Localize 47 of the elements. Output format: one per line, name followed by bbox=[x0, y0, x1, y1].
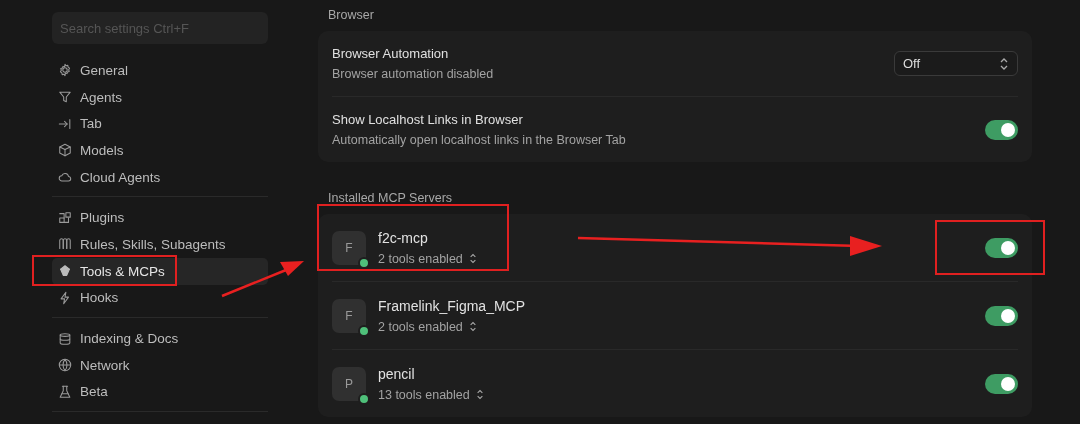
tools-count[interactable]: 2 tools enabled bbox=[378, 251, 973, 266]
lightning-icon bbox=[58, 290, 72, 305]
cube-icon bbox=[58, 143, 72, 158]
tools-count[interactable]: 2 tools enabled bbox=[378, 319, 973, 334]
tab-arrow-icon bbox=[58, 116, 72, 131]
chevron-updown-icon bbox=[475, 389, 484, 400]
blocks-icon bbox=[58, 210, 72, 225]
chevron-updown-icon bbox=[468, 321, 477, 332]
toggle-switch[interactable] bbox=[985, 373, 1018, 394]
globe-icon bbox=[58, 358, 72, 373]
dropdown[interactable]: Off bbox=[894, 51, 1018, 76]
chevron-updown-icon bbox=[468, 253, 477, 264]
setting-description: Automatically open localhost links in the Browser Tab bbox=[332, 133, 627, 147]
flask-icon bbox=[58, 384, 72, 399]
server-avatar: F bbox=[332, 298, 366, 333]
section-heading: Browser bbox=[327, 7, 375, 24]
toggle-switch[interactable] bbox=[985, 237, 1018, 258]
cloud-icon bbox=[58, 170, 72, 185]
database-icon bbox=[58, 331, 72, 346]
setting-description: Browser automation disabled bbox=[332, 67, 495, 81]
toggle-switch[interactable] bbox=[985, 305, 1018, 326]
sidebar-item[interactable]: Models bbox=[52, 137, 268, 164]
book-icon bbox=[58, 237, 72, 252]
server-name: pencil bbox=[378, 365, 416, 382]
tools-count[interactable]: 13 tools enabled bbox=[378, 387, 973, 402]
section-heading: Installed MCP Servers bbox=[327, 190, 454, 207]
server-name: f2c-mcp bbox=[378, 229, 429, 246]
sidebar-item[interactable]: Tools & MCPs bbox=[52, 257, 268, 285]
toggle-switch[interactable] bbox=[985, 119, 1018, 140]
sidebar-item[interactable]: Cloud Agents bbox=[52, 163, 268, 191]
sidebar-item[interactable]: Network bbox=[52, 351, 268, 379]
sidebar-item[interactable]: Indexing & Docs bbox=[52, 325, 268, 352]
chevron-updown-icon bbox=[999, 56, 1009, 71]
server-avatar: F bbox=[332, 230, 366, 265]
server-avatar: P bbox=[332, 366, 366, 401]
sidebar-item[interactable]: Rules, Skills, Subagents bbox=[52, 231, 268, 258]
sidebar-item[interactable]: General bbox=[52, 57, 268, 84]
sidebar-item[interactable]: Tab bbox=[52, 110, 268, 138]
sidebar-item[interactable]: Agents bbox=[52, 83, 268, 111]
sidebar-item[interactable]: Plugins bbox=[52, 204, 268, 232]
sidebar-item[interactable]: Beta bbox=[52, 378, 268, 406]
funnel-icon bbox=[58, 90, 72, 105]
setting-title: Browser Automation bbox=[332, 46, 450, 61]
server-name: Framelink_Figma_MCP bbox=[378, 297, 527, 314]
sidebar-item[interactable]: Hooks bbox=[52, 284, 268, 312]
gear-icon bbox=[58, 63, 72, 78]
setting-title: Show Localhost Links in Browser bbox=[332, 112, 524, 127]
